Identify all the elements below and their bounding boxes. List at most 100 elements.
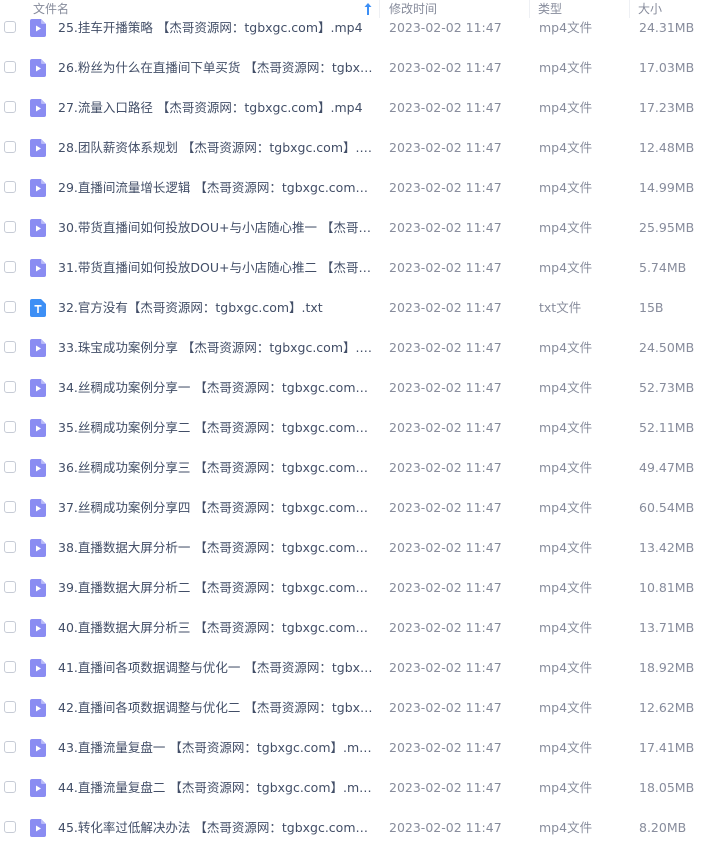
file-type: mp4文件 [539,460,593,475]
file-modified-time: 2023-02-02 11:47 [389,700,502,715]
file-size: 17.41MB [639,740,695,755]
row-checkbox[interactable] [4,701,16,713]
table-row[interactable]: 41.直播间各项数据调整与优化一 【杰哥资源网：tgbxgc.com】.mp4 2… [0,648,723,688]
table-row[interactable]: 35.丝稠成功案例分享二 【杰哥资源网：tgbxgc.com】.mp4 2023-… [0,408,723,448]
file-size: 18.05MB [639,780,695,795]
file-name[interactable]: 36.丝稠成功案例分享三 【杰哥资源网：tgbxgc.com】.mp4 [58,448,373,488]
table-row[interactable]: 28.团队薪资体系规划 【杰哥资源网：tgbxgc.com】.mp4 2023-0… [0,128,723,168]
file-modified-time: 2023-02-02 11:47 [389,100,502,115]
column-size-label: 大小 [638,2,663,16]
text-file-icon [30,299,46,317]
file-size: 5.74MB [639,260,687,275]
table-row[interactable]: 33.珠宝成功案例分享 【杰哥资源网：tgbxgc.com】.mp4 2023-0… [0,328,723,368]
row-checkbox[interactable] [4,581,16,593]
row-checkbox[interactable] [4,301,16,313]
table-row[interactable]: 32.官方没有【杰哥资源网：tgbxgc.com】.txt 2023-02-02 … [0,288,723,328]
video-file-icon [30,819,46,837]
file-type: mp4文件 [539,820,593,835]
file-name[interactable]: 35.丝稠成功案例分享二 【杰哥资源网：tgbxgc.com】.mp4 [58,408,373,448]
file-size: 60.54MB [639,500,695,515]
file-name[interactable]: 40.直播数据大屏分析三 【杰哥资源网：tgbxgc.com】.mp4 [58,608,373,648]
row-checkbox[interactable] [4,461,16,473]
file-name[interactable]: 32.官方没有【杰哥资源网：tgbxgc.com】.txt [58,288,373,328]
file-size: 17.23MB [639,100,695,115]
file-modified-time: 2023-02-02 11:47 [389,460,502,475]
row-checkbox[interactable] [4,781,16,793]
table-row[interactable]: 31.带货直播间如何投放DOU+与小店随心推二 【杰哥资源网：tgbxgc.co… [0,248,723,288]
file-type: mp4文件 [539,500,593,515]
table-row[interactable]: 42.直播间各项数据调整与优化二 【杰哥资源网：tgbxgc.com】.mp4 2… [0,688,723,728]
table-row[interactable]: 43.直播流量复盘一 【杰哥资源网：tgbxgc.com】.mp4 2023-02… [0,728,723,768]
file-name[interactable]: 44.直播流量复盘二 【杰哥资源网：tgbxgc.com】.mp4 [58,768,373,808]
row-checkbox[interactable] [4,821,16,833]
row-checkbox[interactable] [4,501,16,513]
table-row[interactable]: 30.带货直播间如何投放DOU+与小店随心推一 【杰哥资源网：tgbxgc.co… [0,208,723,248]
row-checkbox[interactable] [4,221,16,233]
file-size: 8.20MB [639,820,687,835]
file-size: 13.42MB [639,540,695,555]
column-size-header[interactable]: 大小 [630,0,723,18]
file-name[interactable]: 37.丝稠成功案例分享四 【杰哥资源网：tgbxgc.com】.mp4 [58,488,373,528]
row-checkbox[interactable] [4,141,16,153]
table-row[interactable]: 44.直播流量复盘二 【杰哥资源网：tgbxgc.com】.mp4 2023-02… [0,768,723,808]
file-name[interactable]: 43.直播流量复盘一 【杰哥资源网：tgbxgc.com】.mp4 [58,728,373,768]
row-checkbox[interactable] [4,21,16,33]
table-row[interactable]: 37.丝稠成功案例分享四 【杰哥资源网：tgbxgc.com】.mp4 2023-… [0,488,723,528]
row-checkbox[interactable] [4,261,16,273]
file-modified-time: 2023-02-02 11:47 [389,140,502,155]
file-name[interactable]: 30.带货直播间如何投放DOU+与小店随心推一 【杰哥资源网：tgbxgc.co… [58,208,373,248]
table-row[interactable]: 36.丝稠成功案例分享三 【杰哥资源网：tgbxgc.com】.mp4 2023-… [0,448,723,488]
row-checkbox[interactable] [4,661,16,673]
file-name[interactable]: 34.丝稠成功案例分享一 【杰哥资源网：tgbxgc.com】.mp4 [58,368,373,408]
row-checkbox[interactable] [4,61,16,73]
video-file-icon [30,699,46,717]
file-name[interactable]: 27.流量入口路径 【杰哥资源网：tgbxgc.com】.mp4 [58,88,373,128]
table-row[interactable]: 26.粉丝为什么在直播间下单买货 【杰哥资源网：tgbxgc.com】.mp4 2… [0,48,723,88]
table-row[interactable]: 38.直播数据大屏分析一 【杰哥资源网：tgbxgc.com】.mp4 2023-… [0,528,723,568]
file-name[interactable]: 39.直播数据大屏分析二 【杰哥资源网：tgbxgc.com】.mp4 [58,568,373,608]
file-name[interactable]: 28.团队薪资体系规划 【杰哥资源网：tgbxgc.com】.mp4 [58,128,373,168]
row-checkbox[interactable] [4,341,16,353]
file-type: mp4文件 [539,660,593,675]
file-modified-time: 2023-02-02 11:47 [389,500,502,515]
file-name[interactable]: 26.粉丝为什么在直播间下单买货 【杰哥资源网：tgbxgc.com】.mp4 [58,48,373,88]
file-size: 18.92MB [639,660,695,675]
video-file-icon [30,139,46,157]
video-file-icon [30,539,46,557]
row-checkbox[interactable] [4,621,16,633]
row-checkbox[interactable] [4,101,16,113]
row-checkbox[interactable] [4,541,16,553]
column-name-header[interactable]: 文件名 [25,0,380,18]
row-checkbox[interactable] [4,421,16,433]
table-row[interactable]: 45.转化率过低解决办法 【杰哥资源网：tgbxgc.com】.mp4 2023-… [0,808,723,848]
table-row[interactable]: 29.直播间流量增长逻辑 【杰哥资源网：tgbxgc.com】.mp4 2023-… [0,168,723,208]
file-modified-time: 2023-02-02 11:47 [389,820,502,835]
file-modified-time: 2023-02-02 11:47 [389,780,502,795]
file-name[interactable]: 41.直播间各项数据调整与优化一 【杰哥资源网：tgbxgc.com】.mp4 [58,648,373,688]
file-modified-time: 2023-02-02 11:47 [389,740,502,755]
table-row[interactable]: 39.直播数据大屏分析二 【杰哥资源网：tgbxgc.com】.mp4 2023-… [0,568,723,608]
file-list: 25.挂车开播策略 【杰哥资源网：tgbxgc.com】.mp4 2023-02-… [0,0,723,852]
table-row[interactable]: 27.流量入口路径 【杰哥资源网：tgbxgc.com】.mp4 2023-02-… [0,88,723,128]
file-type: mp4文件 [539,700,593,715]
column-type-header[interactable]: 类型 [530,0,630,18]
file-name[interactable]: 38.直播数据大屏分析一 【杰哥资源网：tgbxgc.com】.mp4 [58,528,373,568]
file-name[interactable]: 31.带货直播间如何投放DOU+与小店随心推二 【杰哥资源网：tgbxgc.co… [58,248,373,288]
file-size: 17.03MB [639,60,695,75]
file-size: 10.81MB [639,580,695,595]
video-file-icon [30,499,46,517]
file-type: mp4文件 [539,60,593,75]
file-name[interactable]: 42.直播间各项数据调整与优化二 【杰哥资源网：tgbxgc.com】.mp4 [58,688,373,728]
row-checkbox[interactable] [4,181,16,193]
file-size: 12.62MB [639,700,695,715]
file-name[interactable]: 29.直播间流量增长逻辑 【杰哥资源网：tgbxgc.com】.mp4 [58,168,373,208]
file-type: mp4文件 [539,340,593,355]
row-checkbox[interactable] [4,381,16,393]
file-name[interactable]: 33.珠宝成功案例分享 【杰哥资源网：tgbxgc.com】.mp4 [58,328,373,368]
file-name[interactable]: 45.转化率过低解决办法 【杰哥资源网：tgbxgc.com】.mp4 [58,808,373,848]
column-modified-header[interactable]: 修改时间 [381,0,530,18]
row-checkbox[interactable] [4,741,16,753]
table-row[interactable]: 40.直播数据大屏分析三 【杰哥资源网：tgbxgc.com】.mp4 2023-… [0,608,723,648]
sort-ascending-icon[interactable] [363,2,373,16]
table-row[interactable]: 34.丝稠成功案例分享一 【杰哥资源网：tgbxgc.com】.mp4 2023-… [0,368,723,408]
